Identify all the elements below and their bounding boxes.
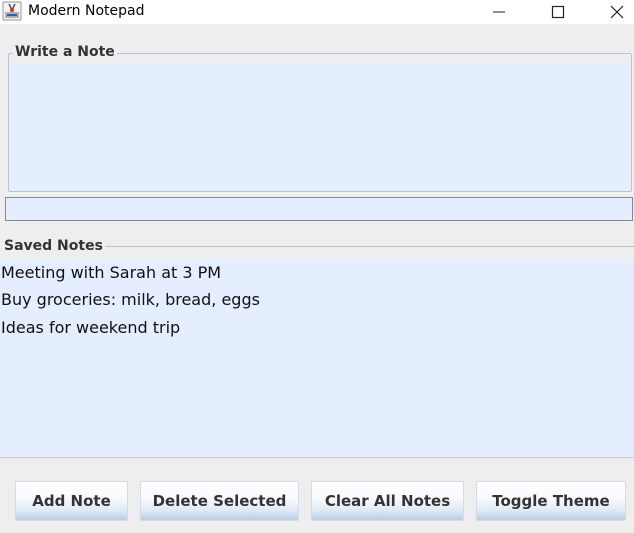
close-icon [610,5,624,19]
delete-selected-button[interactable]: Delete Selected [140,481,299,521]
add-note-button[interactable]: Add Note [15,481,128,521]
note-input-field[interactable] [5,197,633,221]
window-title: Modern Notepad [28,3,145,19]
java-app-icon [2,1,22,21]
saved-notes-label: Saved Notes [2,238,105,254]
close-button[interactable] [594,0,634,24]
list-item[interactable]: Meeting with Sarah at 3 PM [1,263,221,287]
saved-notes-list[interactable]: Meeting with Sarah at 3 PM Buy groceries… [0,259,634,458]
minimize-icon [493,11,505,13]
list-item[interactable]: Buy groceries: milk, bread, eggs [1,290,260,314]
minimize-button[interactable] [476,0,522,24]
maximize-icon [551,5,565,19]
write-note-label: Write a Note [13,44,117,60]
toggle-theme-button[interactable]: Toggle Theme [476,481,626,521]
title-bar: Modern Notepad [0,0,634,24]
maximize-button[interactable] [535,0,581,24]
clear-all-notes-button[interactable]: Clear All Notes [311,481,464,521]
list-item[interactable]: Ideas for weekend trip [1,318,180,342]
note-text-area[interactable] [10,63,630,191]
saved-notes-divider [96,246,634,247]
